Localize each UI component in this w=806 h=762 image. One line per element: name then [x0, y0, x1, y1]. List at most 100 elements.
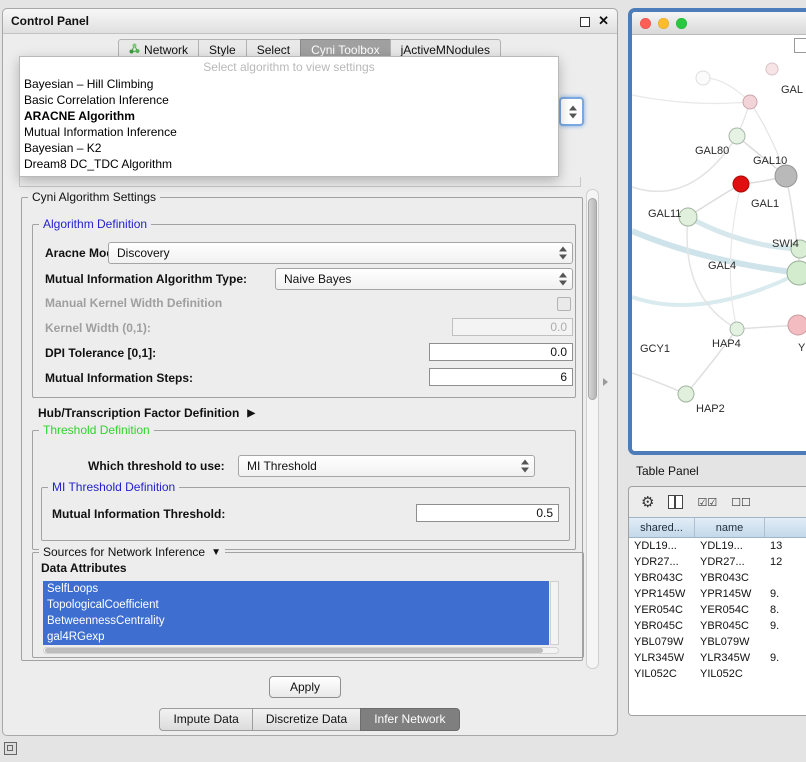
- combo-stepper-icon: [559, 247, 567, 260]
- zoom-traffic-light[interactable]: [676, 18, 687, 29]
- mi-type-select[interactable]: Naive Bayes: [275, 268, 573, 290]
- tab-label: Select: [257, 43, 290, 57]
- table-cell: YBR045C: [629, 618, 695, 634]
- table-header-cell[interactable]: shared...: [629, 518, 695, 537]
- table-row[interactable]: YDL19...YDL19...13: [629, 538, 806, 554]
- dropdown-item-mutual-information-inference[interactable]: Mutual Information Inference: [20, 124, 558, 140]
- network-edge[interactable]: [632, 95, 750, 103]
- dropdown-item-bayesian-k2[interactable]: Bayesian – K2: [20, 140, 558, 156]
- settings-vscrollbar[interactable]: [586, 189, 599, 669]
- attribute-list-vscrollbar[interactable]: [550, 581, 559, 645]
- table-row[interactable]: YDR27...YDR27...12: [629, 554, 806, 570]
- dropdown-item-aracne-algorithm[interactable]: ARACNE Algorithm: [20, 108, 558, 124]
- data-attributes-label: Data Attributes: [41, 561, 127, 575]
- aracne-mode-value: Discovery: [117, 246, 170, 260]
- table-cell: YBR045C: [695, 618, 765, 634]
- network-edge[interactable]: [703, 78, 750, 102]
- network-edge[interactable]: [632, 273, 799, 305]
- collapse-down-icon: ▼: [211, 547, 221, 558]
- node-label: GAL11: [648, 208, 681, 220]
- apply-button[interactable]: Apply: [269, 676, 341, 698]
- float-window-icon[interactable]: [580, 17, 590, 27]
- attribute-list-hscrollbar[interactable]: [43, 647, 559, 654]
- dropdown-item-basic-correlation-inference[interactable]: Basic Correlation Inference: [20, 92, 558, 108]
- manual-kernel-checkbox[interactable]: [557, 297, 571, 311]
- table-cell: [765, 666, 806, 682]
- minimize-traffic-light[interactable]: [658, 18, 669, 29]
- kernel-width-field[interactable]: [452, 318, 573, 336]
- node-label: GAL80: [695, 145, 729, 157]
- attribute-list: SelfLoopsTopologicalCoefficientBetweenne…: [43, 581, 549, 645]
- table-row[interactable]: YBL079WYBL079W: [629, 634, 806, 650]
- algorithm-definition-title: Algorithm Definition: [39, 217, 151, 231]
- hub-definition-toggle[interactable]: Hub/Transcription Factor Definition ▶: [38, 406, 255, 420]
- bottom-tab-impute-data[interactable]: Impute Data: [159, 708, 252, 731]
- sources-title[interactable]: Sources for Network Inference ▼: [39, 545, 225, 559]
- table-row[interactable]: YLR345WYLR345W9.: [629, 650, 806, 666]
- minimized-panel-icon[interactable]: [4, 742, 17, 755]
- dpi-tolerance-field[interactable]: [429, 343, 573, 361]
- network-node[interactable]: [696, 71, 710, 85]
- network-node[interactable]: [787, 261, 806, 285]
- hscroll-thumb[interactable]: [45, 648, 543, 653]
- algorithm-combo-button[interactable]: [559, 97, 584, 126]
- table-row[interactable]: YPR145WYPR145W9.: [629, 586, 806, 602]
- birdseye-toggle[interactable]: [794, 38, 806, 53]
- select-all-checkboxes-icon[interactable]: ☑☑: [697, 496, 717, 509]
- dpi-tolerance-label: DPI Tolerance [0,1]:: [45, 346, 156, 360]
- network-node[interactable]: [733, 176, 749, 192]
- bottom-tab-discretize-data[interactable]: Discretize Data: [252, 708, 361, 731]
- kernel-width-row: Kernel Width (0,1):: [33, 318, 575, 338]
- panel-splitter-arrow[interactable]: [603, 378, 608, 386]
- expand-right-icon: ▶: [247, 408, 255, 419]
- network-edge[interactable]: [730, 184, 741, 329]
- network-node[interactable]: [766, 63, 778, 75]
- which-threshold-row: Which threshold to use: MI Threshold: [33, 455, 575, 477]
- hub-definition-label: Hub/Transcription Factor Definition: [38, 406, 239, 420]
- aracne-mode-select[interactable]: Discovery: [108, 242, 573, 264]
- manual-kernel-label: Manual Kernel Width Definition: [45, 296, 222, 310]
- table-cell: YER054C: [695, 602, 765, 618]
- close-icon[interactable]: ✕: [598, 13, 609, 29]
- dropdown-item-dream8-dc-tdc-algorithm[interactable]: Dream8 DC_TDC Algorithm: [20, 156, 558, 172]
- threshold-definition-title: Threshold Definition: [39, 423, 154, 437]
- close-traffic-light[interactable]: [640, 18, 651, 29]
- network-canvas[interactable]: GALGAL80GAL10GAL1GAL11SWI4GAL4GCY1HAP4YH…: [632, 35, 806, 452]
- table-header-cell[interactable]: [765, 518, 806, 537]
- table-cell: YBR043C: [695, 570, 765, 586]
- gear-icon[interactable]: ⚙: [641, 495, 654, 510]
- network-node[interactable]: [679, 208, 697, 226]
- which-threshold-value: MI Threshold: [247, 459, 317, 473]
- network-node[interactable]: [729, 128, 745, 144]
- attribute-list-item[interactable]: gal4RGexp: [43, 629, 549, 645]
- tab-label: Network: [144, 43, 188, 57]
- mi-steps-field[interactable]: [429, 368, 573, 386]
- deselect-all-checkboxes-icon[interactable]: ☐☐: [731, 496, 751, 509]
- network-node[interactable]: [730, 322, 744, 336]
- combo-stepper-icon: [569, 105, 577, 118]
- table-row[interactable]: YBR043CYBR043C: [629, 570, 806, 586]
- table-cell: 9.: [765, 586, 806, 602]
- mi-threshold-field[interactable]: [416, 504, 559, 522]
- table-row[interactable]: YBR045CYBR045C9.: [629, 618, 806, 634]
- network-node[interactable]: [775, 165, 797, 187]
- dropdown-item-bayesian-hill-climbing[interactable]: Bayesian – Hill Climbing: [20, 76, 558, 92]
- network-node[interactable]: [743, 95, 757, 109]
- table-header-cell[interactable]: name: [695, 518, 765, 537]
- network-canvas-area[interactable]: GALGAL80GAL10GAL1GAL11SWI4GAL4GCY1HAP4YH…: [632, 35, 806, 452]
- attribute-list-item[interactable]: TopologicalCoefficient: [43, 597, 549, 613]
- table-row[interactable]: YER054CYER054C8.: [629, 602, 806, 618]
- which-threshold-select[interactable]: MI Threshold: [238, 455, 535, 477]
- network-icon: [129, 43, 140, 57]
- attribute-list-item[interactable]: BetweennessCentrality: [43, 613, 549, 629]
- network-edge[interactable]: [632, 373, 686, 394]
- network-node[interactable]: [788, 315, 806, 335]
- table-row[interactable]: YIL052CYIL052C: [629, 666, 806, 682]
- bottom-tab-infer-network[interactable]: Infer Network: [360, 708, 459, 731]
- vscroll-thumb[interactable]: [588, 198, 597, 400]
- columns-icon[interactable]: [668, 495, 683, 509]
- network-node[interactable]: [678, 386, 694, 402]
- node-label: GAL1: [751, 198, 779, 210]
- attribute-list-item[interactable]: SelfLoops: [43, 581, 549, 597]
- cyni-settings-group: Cyni Algorithm Settings Algorithm Defini…: [21, 197, 583, 661]
